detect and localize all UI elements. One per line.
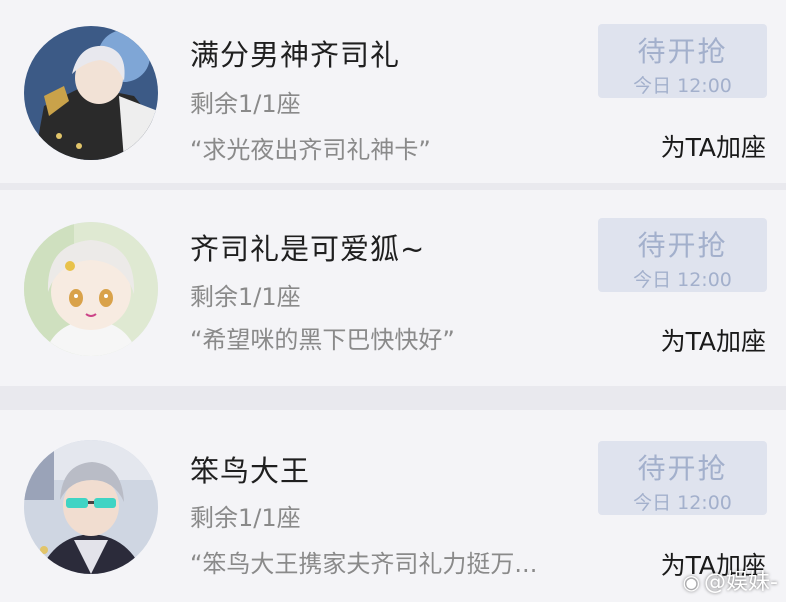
pending-grab-button[interactable]: 待开抢 今日 12:00 bbox=[598, 218, 767, 292]
entry-name: 笨鸟大王 bbox=[190, 454, 311, 488]
pending-grab-time: 今日 12:00 bbox=[633, 269, 732, 291]
avatar[interactable] bbox=[24, 440, 158, 574]
seats-remaining: 剩余1/1座 bbox=[190, 283, 301, 311]
seats-remaining: 剩余1/1座 bbox=[190, 504, 301, 532]
avatar[interactable] bbox=[24, 26, 158, 160]
pending-grab-button[interactable]: 待开抢 今日 12:00 bbox=[598, 24, 767, 98]
watermark: ◉ @娱妹- bbox=[683, 564, 778, 596]
avatar-image bbox=[24, 222, 158, 356]
pending-grab-label: 待开抢 bbox=[637, 35, 728, 68]
entry-name: 齐司礼是可爱狐~ bbox=[190, 232, 426, 266]
pending-grab-label: 待开抢 bbox=[637, 229, 728, 262]
entry-quote: “笨鸟大王携家夫齐司礼力挺万... bbox=[190, 550, 538, 578]
entry-quote: “希望咪的黑下巴快快好” bbox=[190, 326, 455, 354]
watermark-text: @娱妹- bbox=[704, 570, 778, 595]
avatar-image bbox=[24, 26, 158, 160]
entry-name: 满分男神齐司礼 bbox=[190, 38, 401, 72]
entry-quote: “求光夜出齐司礼神卡” bbox=[190, 136, 431, 164]
avatar[interactable] bbox=[24, 222, 158, 356]
pending-grab-time: 今日 12:00 bbox=[633, 75, 732, 97]
avatar-image bbox=[24, 440, 158, 574]
add-seat-link[interactable]: 为TA加座 bbox=[661, 128, 766, 164]
pending-grab-button[interactable]: 待开抢 今日 12:00 bbox=[598, 441, 767, 515]
pending-grab-time: 今日 12:00 bbox=[633, 492, 732, 514]
seats-remaining: 剩余1/1座 bbox=[190, 90, 301, 118]
seat-list: 满分男神齐司礼 剩余1/1座 “求光夜出齐司礼神卡” 待开抢 今日 12:00 … bbox=[0, 0, 786, 602]
pending-grab-label: 待开抢 bbox=[637, 452, 728, 485]
weibo-icon: ◉ bbox=[682, 570, 701, 594]
add-seat-link[interactable]: 为TA加座 bbox=[661, 322, 766, 358]
